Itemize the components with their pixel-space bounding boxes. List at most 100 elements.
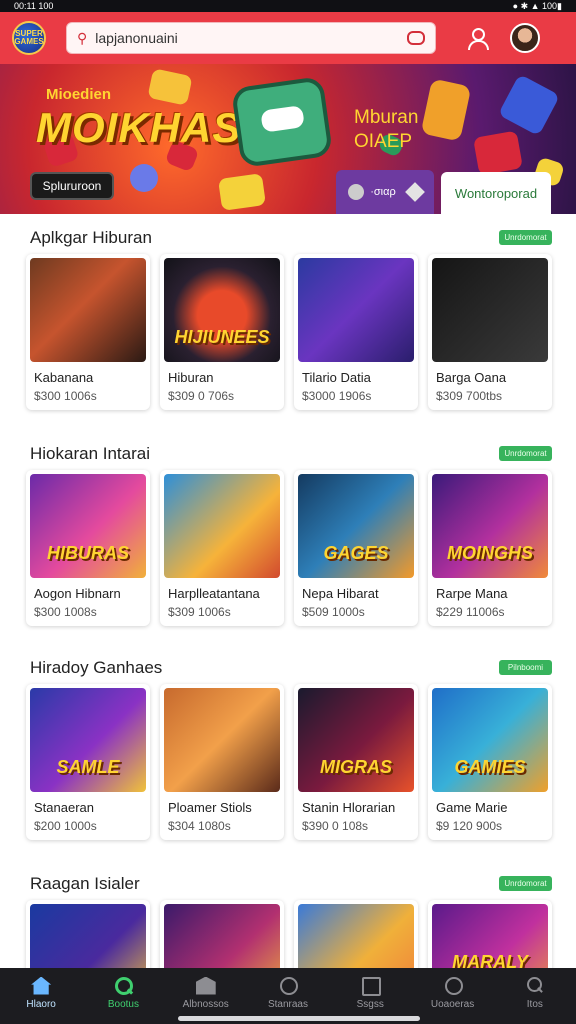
game-card[interactable]: Kabanana $300 1006s [26, 254, 150, 410]
gem-icon [404, 182, 425, 202]
banner-title: MOIKHAS [36, 104, 242, 151]
gamepad-icon[interactable] [407, 31, 425, 45]
nav-item-3[interactable]: Albnossos [170, 976, 242, 1010]
status-bar: 00:11 100 ● ✱ ▲ 100▮ [0, 0, 576, 12]
home-indicator[interactable] [178, 1016, 420, 1021]
dice-decoration [147, 68, 193, 106]
thumbnail-title: SAMLE [56, 757, 120, 777]
status-time: 00:11 100 [14, 1, 54, 11]
game-title: Stanin Hlorarian [302, 800, 396, 815]
game-card[interactable]: HIBURAS Aogon Hibnarn $300 1008s [26, 470, 150, 626]
search-input[interactable] [95, 30, 399, 46]
section-title: Hiokaran Intarai [30, 444, 151, 463]
game-thumbnail[interactable]: MOINGHS [432, 474, 548, 578]
clock-icon [443, 976, 463, 995]
game-thumbnail[interactable] [164, 688, 280, 792]
game-thumbnail[interactable]: SAMLE [30, 688, 146, 792]
game-thumbnail[interactable]: HIJIUNEES [164, 258, 280, 362]
nav-item-5[interactable]: Ssgss [334, 976, 406, 1010]
search-icon [113, 976, 134, 995]
app-screen: 00:11 100 ● ✱ ▲ 100▮ SUPER GAMES ⚲ Mioed… [0, 0, 576, 1024]
user-icon[interactable] [466, 27, 489, 50]
game-card[interactable]: GAMIES Game Marie $9 120 900s [428, 684, 552, 840]
game-thumbnail[interactable] [164, 474, 280, 578]
dice-decoration [130, 164, 158, 192]
game-thumbnail[interactable] [298, 258, 414, 362]
see-all-button[interactable]: Pilnboomi [499, 660, 552, 675]
game-price: $3000 1906s [302, 389, 372, 403]
hero-banner[interactable]: Mioedien MOIKHAS Mburan OIAEP Splururoon… [0, 64, 576, 214]
section-title: Hiradoy Ganhaes [30, 658, 163, 677]
avatar[interactable] [510, 23, 540, 53]
see-all-button[interactable]: Unrdomorat [499, 876, 552, 891]
game-title: Game Marie [436, 800, 508, 815]
game-price: $390 0 108s [302, 819, 369, 833]
game-card[interactable]: Ploamer Stiols $304 1080s [160, 684, 284, 840]
home-icon [31, 976, 52, 995]
card-row: SAMLE Stanaeran $200 1000s Ploamer Stiols $3… [26, 684, 556, 844]
banner-subtitle-line-1: Mburan [354, 107, 419, 128]
thumbnail-title: HIJIUNEES [174, 327, 270, 347]
game-title: Ploamer Stiols [168, 800, 252, 815]
banner-cta-button[interactable]: Splururoon [30, 172, 114, 200]
top-header: SUPER GAMES ⚲ [0, 12, 576, 64]
nav-item-6[interactable]: Uoaoeras [417, 976, 489, 1010]
banner-kicker: Mioedien [46, 86, 112, 103]
game-card[interactable]: Barga Oana $309 700tbs [428, 254, 552, 410]
game-price: $309 0 706s [168, 389, 235, 403]
game-thumbnail[interactable]: GAGES [298, 474, 414, 578]
nav-label: Itos [526, 998, 543, 1010]
dice-decoration [497, 73, 561, 137]
game-card[interactable]: GAGES Nepa Hibarat $509 1000s [294, 470, 418, 626]
gamepad-icon [230, 75, 334, 169]
card-row: Kabanana $300 1006s HIJIUNEES Hiburan $309 0… [26, 254, 556, 414]
banner-tab-purple-label: ·σιαρ [370, 186, 396, 198]
game-thumbnail[interactable] [30, 258, 146, 362]
banner-tab-purple[interactable]: ·σιαρ [336, 170, 434, 214]
nav-label: Bootus [107, 998, 139, 1010]
game-card[interactable]: HIJIUNEES Hiburan $309 0 706s [160, 254, 284, 410]
section-title: Raagan Isialer [30, 874, 140, 893]
search-bar[interactable]: ⚲ [66, 22, 436, 54]
game-title: Kabanana [34, 370, 94, 385]
nav-item-7[interactable]: Itos [499, 976, 571, 1010]
game-card[interactable]: Tilario Datia $3000 1906s [294, 254, 418, 410]
nav-label: Hlaoro [26, 998, 56, 1010]
game-title: Stanaeran [34, 800, 94, 815]
see-all-button[interactable]: Unrdomorat [499, 446, 552, 461]
dice-decoration [473, 130, 523, 176]
nav-item-1[interactable]: Hlaoro [5, 976, 77, 1010]
circle-icon [278, 976, 298, 995]
game-card[interactable]: Harplleatantana $309 1006s [160, 470, 284, 626]
game-card[interactable]: SAMLE Stanaeran $200 1000s [26, 684, 150, 840]
game-thumbnail[interactable] [432, 258, 548, 362]
nav-item-4[interactable]: Stanraas [252, 976, 324, 1010]
game-title: Rarpe Mana [436, 586, 508, 601]
see-all-button[interactable]: Unrdomorat [499, 230, 552, 245]
game-thumbnail[interactable]: GAMIES [432, 688, 548, 792]
game-price: $309 1006s [168, 605, 231, 619]
game-price: $309 700tbs [436, 389, 503, 403]
game-price: $200 1000s [34, 819, 97, 833]
thumbnail-title: HIBURAS [46, 543, 129, 563]
search-icon[interactable]: ⚲ [77, 30, 87, 47]
app-logo[interactable]: SUPER GAMES [12, 21, 46, 55]
nav-label: Albnossos [182, 998, 229, 1010]
card-row: HIBURAS Aogon Hibnarn $300 1008s Harplleata… [26, 470, 556, 630]
game-price: $304 1080s [168, 819, 231, 833]
game-price: $229 11006s [436, 605, 505, 619]
game-thumbnail[interactable]: MIGRAS [298, 688, 414, 792]
game-title: Harplleatantana [168, 586, 260, 601]
nav-item-2[interactable]: Bootus [87, 976, 159, 1010]
game-title: Tilario Datia [302, 370, 371, 385]
banner-tab-white[interactable]: Wontoroporad [441, 172, 551, 214]
nav-label: Stanraas [267, 998, 308, 1010]
section-title: Aplkgar Hiburan [30, 228, 152, 247]
game-card[interactable]: MIGRAS Stanin Hlorarian $390 0 108s [294, 684, 418, 840]
game-card[interactable]: MOINGHS Rarpe Mana $229 11006s [428, 470, 552, 626]
game-thumbnail[interactable]: HIBURAS [30, 474, 146, 578]
nav-label: Ssgss [356, 998, 384, 1010]
dice-decoration [217, 173, 267, 211]
game-price: $9 120 900s [436, 819, 503, 833]
thumbnail-title: GAMIES [454, 757, 526, 777]
